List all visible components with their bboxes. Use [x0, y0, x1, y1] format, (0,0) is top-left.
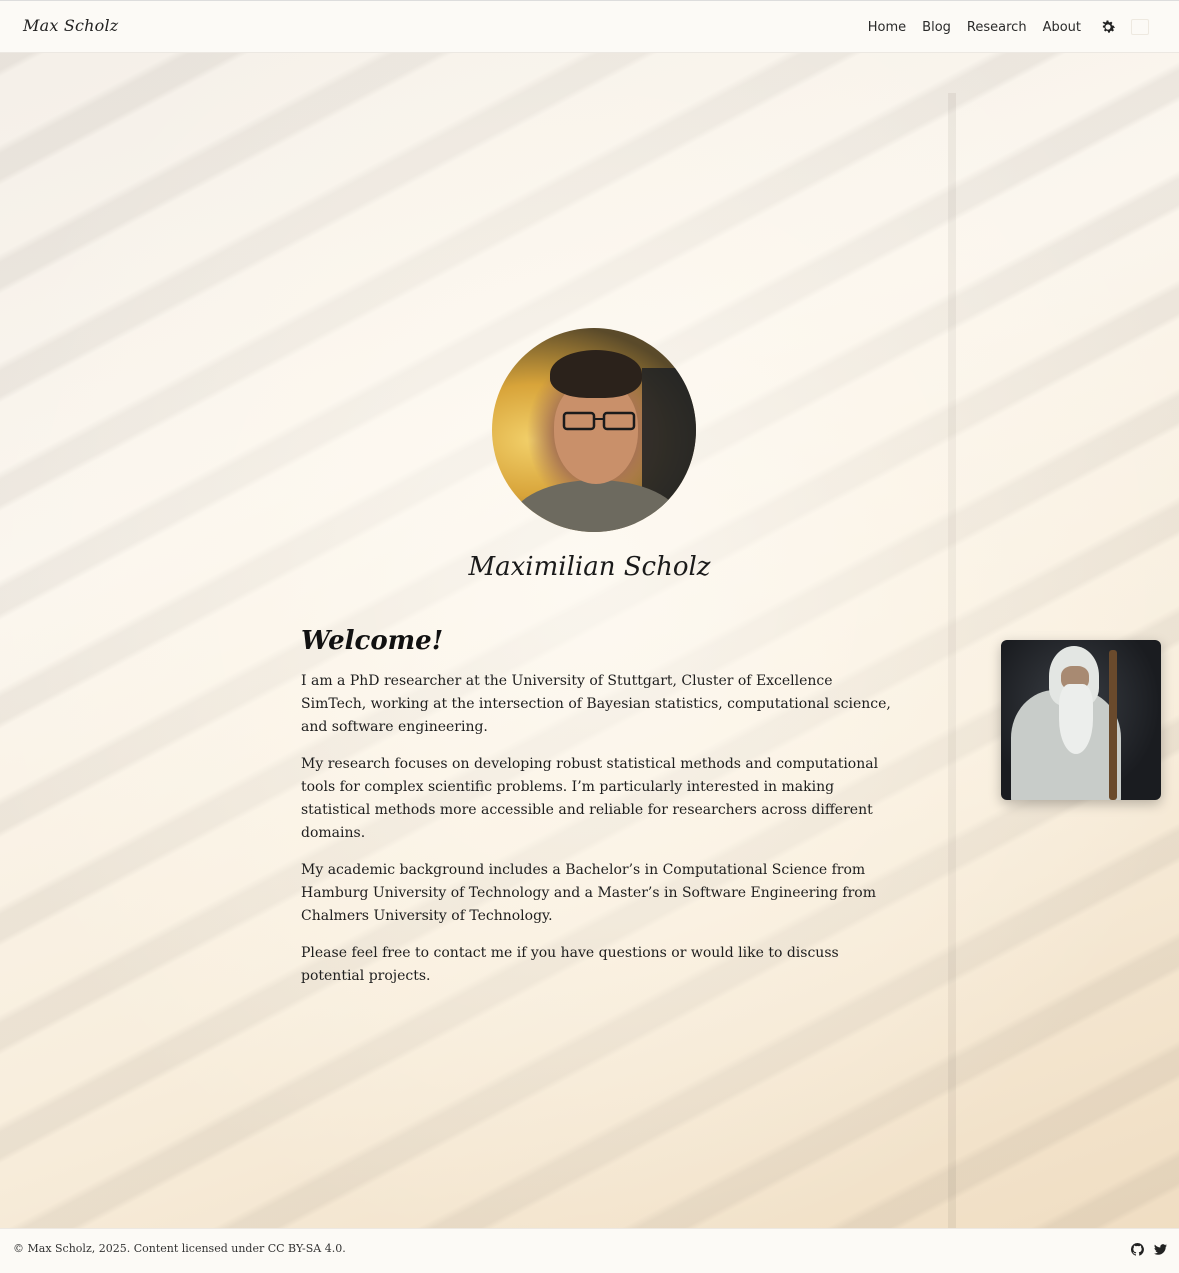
research-paragraph: My research focuses on developing robust…: [301, 756, 879, 841]
main-nav: Home Blog Research About: [852, 18, 1149, 36]
wizard-image: [1001, 640, 1161, 800]
menu-toggle-icon[interactable]: [1131, 19, 1149, 35]
welcome-heading: Welcome!: [301, 626, 444, 656]
nav-research[interactable]: Research: [967, 20, 1027, 35]
profile-avatar: [492, 328, 696, 532]
nav-about[interactable]: About: [1043, 20, 1081, 35]
site-brand[interactable]: Max Scholz: [23, 16, 118, 35]
avatar-hair-shape: [550, 350, 642, 398]
wizard-beard-shape: [1059, 684, 1093, 754]
avatar-background-shape: [642, 368, 696, 508]
nav-home[interactable]: Home: [868, 20, 906, 35]
twitter-icon[interactable]: [1154, 1241, 1167, 1255]
social-links: [1121, 1241, 1167, 1256]
avatar-glasses-shape: [562, 411, 636, 431]
gear-icon[interactable]: [1099, 18, 1117, 36]
intro-paragraph: I am a PhD researcher at the University …: [301, 673, 891, 735]
wizard-staff-shape: [1109, 650, 1117, 800]
profile-name: Maximilian Scholz: [468, 552, 711, 582]
site-footer: © Max Scholz, 2025. Content licensed und…: [0, 1228, 1179, 1273]
nav-blog[interactable]: Blog: [922, 20, 951, 35]
site-header: Max Scholz Home Blog Research About: [0, 0, 1179, 53]
copyright-text: © Max Scholz, 2025. Content licensed und…: [13, 1242, 346, 1255]
background-paragraph: My academic background includes a Bachel…: [301, 862, 876, 924]
welcome-section: Welcome! I am a PhD researcher at the Un…: [301, 626, 891, 1002]
contact-paragraph: Please feel free to contact me if you ha…: [301, 945, 839, 984]
github-icon[interactable]: [1130, 1241, 1144, 1256]
